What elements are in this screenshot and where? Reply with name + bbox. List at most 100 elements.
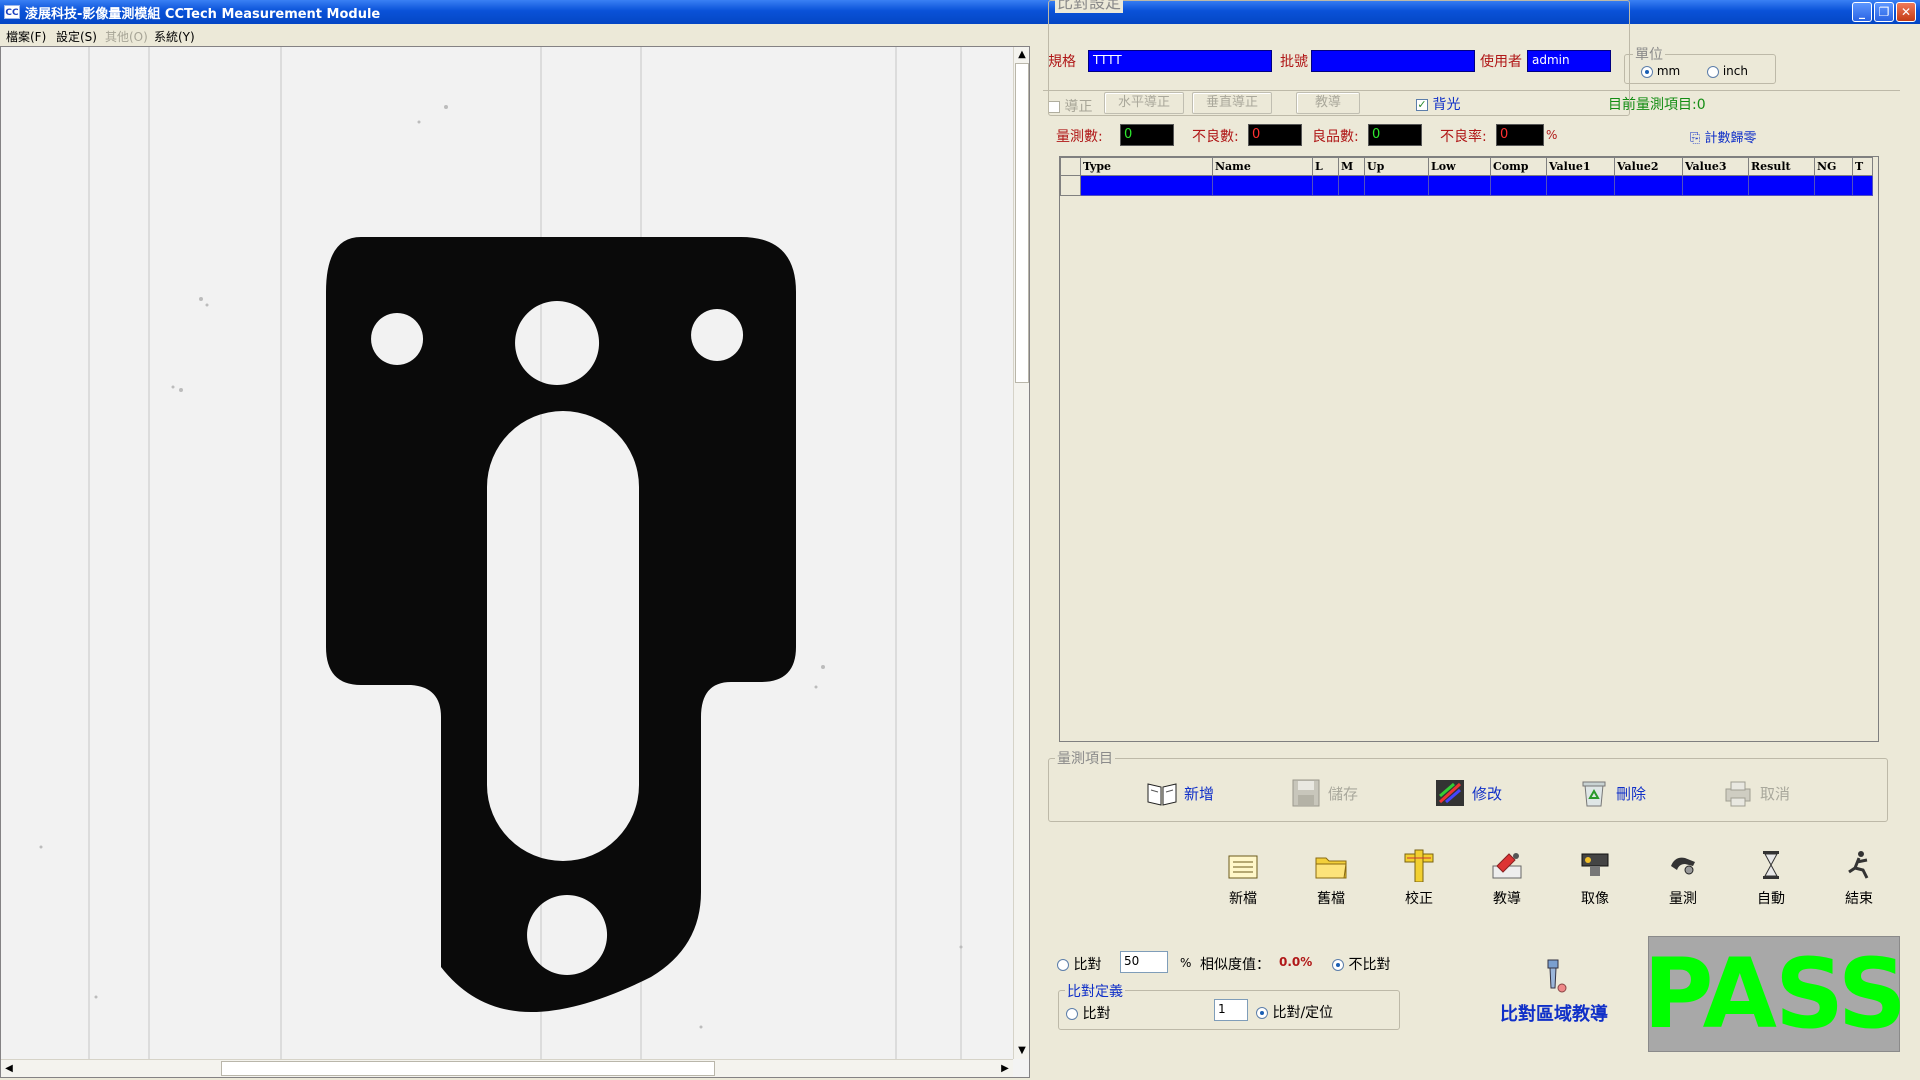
open-file-button[interactable]: 舊檔 — [1299, 848, 1363, 908]
no-compare-radio-option[interactable]: 不比對 — [1332, 954, 1390, 974]
region-teach-button[interactable]: 比對區域教導 — [1484, 958, 1624, 1026]
capture-button[interactable]: 取像 — [1563, 848, 1627, 908]
floppy-icon — [1292, 779, 1320, 807]
scroll-down-arrow-icon[interactable]: ▼ — [1014, 1043, 1030, 1059]
col-low[interactable]: Low — [1428, 157, 1491, 176]
image-horizontal-scrollbar[interactable]: ◀ ▶ — [1, 1059, 1013, 1077]
col-m[interactable]: M — [1338, 157, 1365, 176]
image-vertical-scrollbar[interactable]: ▲ ▼ — [1013, 47, 1029, 1059]
edit-item-button[interactable]: 修改 — [1434, 778, 1502, 808]
menu-system[interactable]: 系統(Y) — [154, 28, 195, 45]
recycle-icon — [1582, 781, 1606, 807]
scroll-right-arrow-icon[interactable]: ▶ — [997, 1061, 1013, 1077]
measure-icon — [1671, 857, 1695, 875]
teach-button[interactable]: 教導 — [1475, 848, 1539, 908]
window-title: 淩展科技-影像量測模組 CCTech Measurement Module — [25, 6, 381, 22]
image-panel: ▲ ▼ ◀ ▶ — [0, 46, 1030, 1078]
scroll-left-arrow-icon[interactable]: ◀ — [1, 1061, 17, 1077]
exit-button[interactable]: 結束 — [1827, 848, 1891, 908]
compare-settings-title: 比對設定 — [1055, 0, 1124, 13]
similarity-value: 0.0% — [1279, 955, 1313, 969]
result-text: PASS — [1643, 938, 1907, 1050]
similarity-label: 相似度值： — [1200, 957, 1270, 973]
new-file-icon — [1228, 855, 1258, 879]
good-count-label: 良品數: — [1312, 129, 1359, 145]
col-t[interactable]: T — [1852, 157, 1873, 176]
radio-inch[interactable] — [1707, 65, 1719, 78]
table-row[interactable] — [1060, 175, 1873, 196]
close-button[interactable]: ✕ — [1896, 2, 1916, 22]
col-value1[interactable]: Value1 — [1546, 157, 1615, 176]
col-comp[interactable]: Comp — [1490, 157, 1547, 176]
delete-item-button[interactable]: 刪除 — [1578, 778, 1646, 808]
printer-icon — [1725, 781, 1751, 807]
app-icon: CC — [4, 5, 20, 19]
exit-icon — [1848, 851, 1869, 879]
measure-button[interactable]: 量測 — [1651, 848, 1715, 908]
menu-file[interactable]: 檔案(F) — [6, 28, 46, 45]
col-ng[interactable]: NG — [1814, 157, 1853, 176]
defect-rate-percent: % — [1546, 128, 1558, 142]
compare-locate-radio[interactable] — [1256, 1007, 1268, 1019]
measurement-table[interactable]: Type Name L M Up Low Comp Value1 Value2 … — [1059, 156, 1879, 742]
defect-count: 0 — [1248, 124, 1302, 146]
calibrate-button[interactable]: 校正 — [1387, 848, 1451, 908]
reset-icon: ⎘ — [1690, 131, 1701, 146]
folder-icon — [1315, 857, 1347, 879]
book-icon — [1147, 783, 1177, 806]
title-bar[interactable]: CC 淩展科技-影像量測模組 CCTech Measurement Module… — [0, 0, 1920, 24]
defect-rate-label: 不良率: — [1440, 129, 1487, 145]
radio-mm[interactable] — [1641, 65, 1653, 78]
vertical-scroll-thumb[interactable] — [1015, 63, 1029, 383]
region-teach-icon — [1547, 959, 1567, 993]
camera-icon — [1581, 853, 1609, 876]
defect-count-label: 不良數: — [1192, 129, 1239, 145]
table-header-row: Type Name L M Up Low Comp Value1 Value2 … — [1060, 157, 1873, 176]
compare-value-input[interactable]: 50 — [1120, 951, 1168, 973]
reset-count-button[interactable]: ⎘ 計數歸零 — [1690, 127, 1757, 146]
compare-radio-option[interactable]: 比對 — [1057, 954, 1101, 974]
no-compare-radio[interactable] — [1332, 959, 1344, 971]
unit-mm-option[interactable]: mm — [1641, 64, 1680, 78]
calibrate-icon — [1404, 849, 1434, 883]
col-value2[interactable]: Value2 — [1614, 157, 1683, 176]
compare-radio[interactable] — [1057, 959, 1069, 971]
menu-bar: 檔案(F) 設定(S) 其他(O) 系統(Y) — [0, 24, 1920, 46]
col-result[interactable]: Result — [1748, 157, 1815, 176]
measured-count: 0 — [1120, 124, 1174, 146]
result-indicator: PASS — [1643, 936, 1907, 1052]
maximize-button[interactable]: ❐ — [1874, 2, 1894, 22]
scroll-up-arrow-icon[interactable]: ▲ — [1014, 47, 1030, 63]
good-count: 0 — [1368, 124, 1422, 146]
teach-icon — [1492, 853, 1522, 879]
define-compare-radio[interactable] — [1066, 1008, 1078, 1020]
camera-image-view[interactable] — [1, 47, 1013, 1059]
unit-title: 單位 — [1633, 44, 1665, 64]
compare-definition-title: 比對定義 — [1065, 981, 1125, 1001]
compare-percent: % — [1180, 956, 1192, 970]
col-name[interactable]: Name — [1212, 157, 1313, 176]
compare-locate-radio-option[interactable]: 比對/定位 — [1256, 1002, 1333, 1022]
hourglass-icon — [1763, 851, 1779, 879]
add-item-button[interactable]: 新增 — [1146, 778, 1214, 808]
col-up[interactable]: Up — [1364, 157, 1429, 176]
save-item-button[interactable]: 儲存 — [1290, 778, 1358, 808]
col-value3[interactable]: Value3 — [1682, 157, 1749, 176]
defect-rate: 0 — [1496, 124, 1544, 146]
compare-settings-groupbox: 比對設定 — [1048, 0, 1630, 116]
menu-other[interactable]: 其他(O) — [105, 28, 148, 45]
unit-groupbox: 單位 mm inch — [1624, 44, 1776, 84]
minimize-button[interactable]: _ — [1852, 2, 1872, 22]
edit-icon — [1436, 780, 1464, 806]
new-file-button[interactable]: 新檔 — [1211, 848, 1275, 908]
measured-count-label: 量測數: — [1056, 129, 1103, 145]
horizontal-scroll-thumb[interactable] — [221, 1061, 715, 1076]
auto-button[interactable]: 自動 — [1739, 848, 1803, 908]
define-compare-radio-option[interactable]: 比對 — [1066, 1003, 1110, 1023]
unit-inch-option[interactable]: inch — [1707, 64, 1748, 78]
cancel-item-button[interactable]: 取消 — [1722, 778, 1790, 808]
define-value-input[interactable]: 1 — [1214, 999, 1248, 1021]
col-type[interactable]: Type — [1080, 157, 1213, 176]
col-l[interactable]: L — [1312, 157, 1339, 176]
menu-settings[interactable]: 設定(S) — [56, 28, 97, 45]
